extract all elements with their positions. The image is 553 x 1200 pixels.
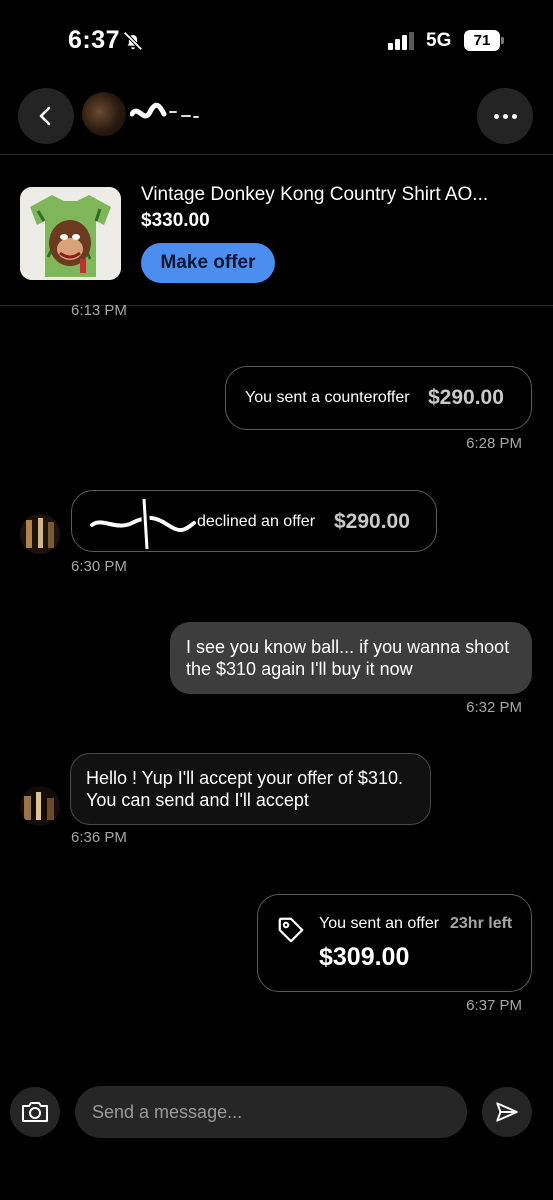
offer-label: You sent an offer xyxy=(319,915,440,932)
message-timestamp: 6:13 PM xyxy=(71,302,127,319)
camera-icon xyxy=(22,1102,48,1122)
redacted-username xyxy=(90,496,196,552)
incoming-message-bubble[interactable]: Hello ! Yup I'll accept your offer of $3… xyxy=(70,753,431,825)
send-button[interactable] xyxy=(482,1087,532,1137)
send-icon xyxy=(496,1102,518,1122)
status-time: 6:37 xyxy=(68,26,121,54)
offer-card[interactable]: You sent an offer 23hr left $309.00 xyxy=(257,894,532,992)
camera-button[interactable] xyxy=(10,1087,60,1137)
message-timestamp: 6:30 PM xyxy=(71,558,127,575)
outgoing-message-bubble[interactable]: I see you know ball... if you wanna shoo… xyxy=(170,622,532,694)
dot-icon xyxy=(493,113,499,119)
bell-muted-icon xyxy=(123,31,143,51)
redacted-seller-name xyxy=(130,102,199,119)
message-timestamp: 6:37 PM xyxy=(466,997,522,1014)
chevron-left-icon xyxy=(39,106,51,126)
battery-level: 71 xyxy=(464,30,500,51)
message-timestamp: 6:32 PM xyxy=(466,699,522,716)
seller-avatar[interactable] xyxy=(82,92,126,136)
offer-amount: $309.00 xyxy=(319,943,410,971)
listing-thumbnail[interactable] xyxy=(20,187,121,280)
dot-icon xyxy=(511,113,517,119)
listing-price: $330.00 xyxy=(141,210,210,231)
header-divider xyxy=(0,154,553,155)
more-options-button[interactable] xyxy=(477,88,533,144)
price-tag-icon xyxy=(278,917,304,943)
declined-offer-label: declined an offer xyxy=(197,513,316,530)
battery-icon: 71 xyxy=(464,30,504,51)
message-timestamp: 6:36 PM xyxy=(71,829,127,846)
declined-offer-card[interactable]: declined an offer $290.00 xyxy=(71,490,437,552)
status-bar: 6:37 5G 71 xyxy=(0,0,553,80)
signal-icon xyxy=(388,32,414,50)
counteroffer-amount: $290.00 xyxy=(428,386,504,409)
back-button[interactable] xyxy=(18,88,74,144)
counteroffer-label: You sent a counteroffer xyxy=(245,389,410,406)
network-type: 5G xyxy=(426,30,452,51)
listing-title[interactable]: Vintage Donkey Kong Country Shirt AO... xyxy=(141,184,488,206)
shirt-image xyxy=(20,187,121,280)
seller-avatar-small xyxy=(20,514,60,554)
declined-offer-amount: $290.00 xyxy=(334,510,410,533)
seller-avatar-small xyxy=(20,786,60,826)
message-input[interactable] xyxy=(75,1086,467,1138)
message-timestamp: 6:28 PM xyxy=(466,435,522,452)
offer-time-left: 23hr left xyxy=(450,915,513,932)
counteroffer-card[interactable]: You sent a counteroffer $290.00 xyxy=(225,366,532,430)
dot-icon xyxy=(502,113,508,119)
make-offer-button[interactable]: Make offer xyxy=(141,243,275,283)
